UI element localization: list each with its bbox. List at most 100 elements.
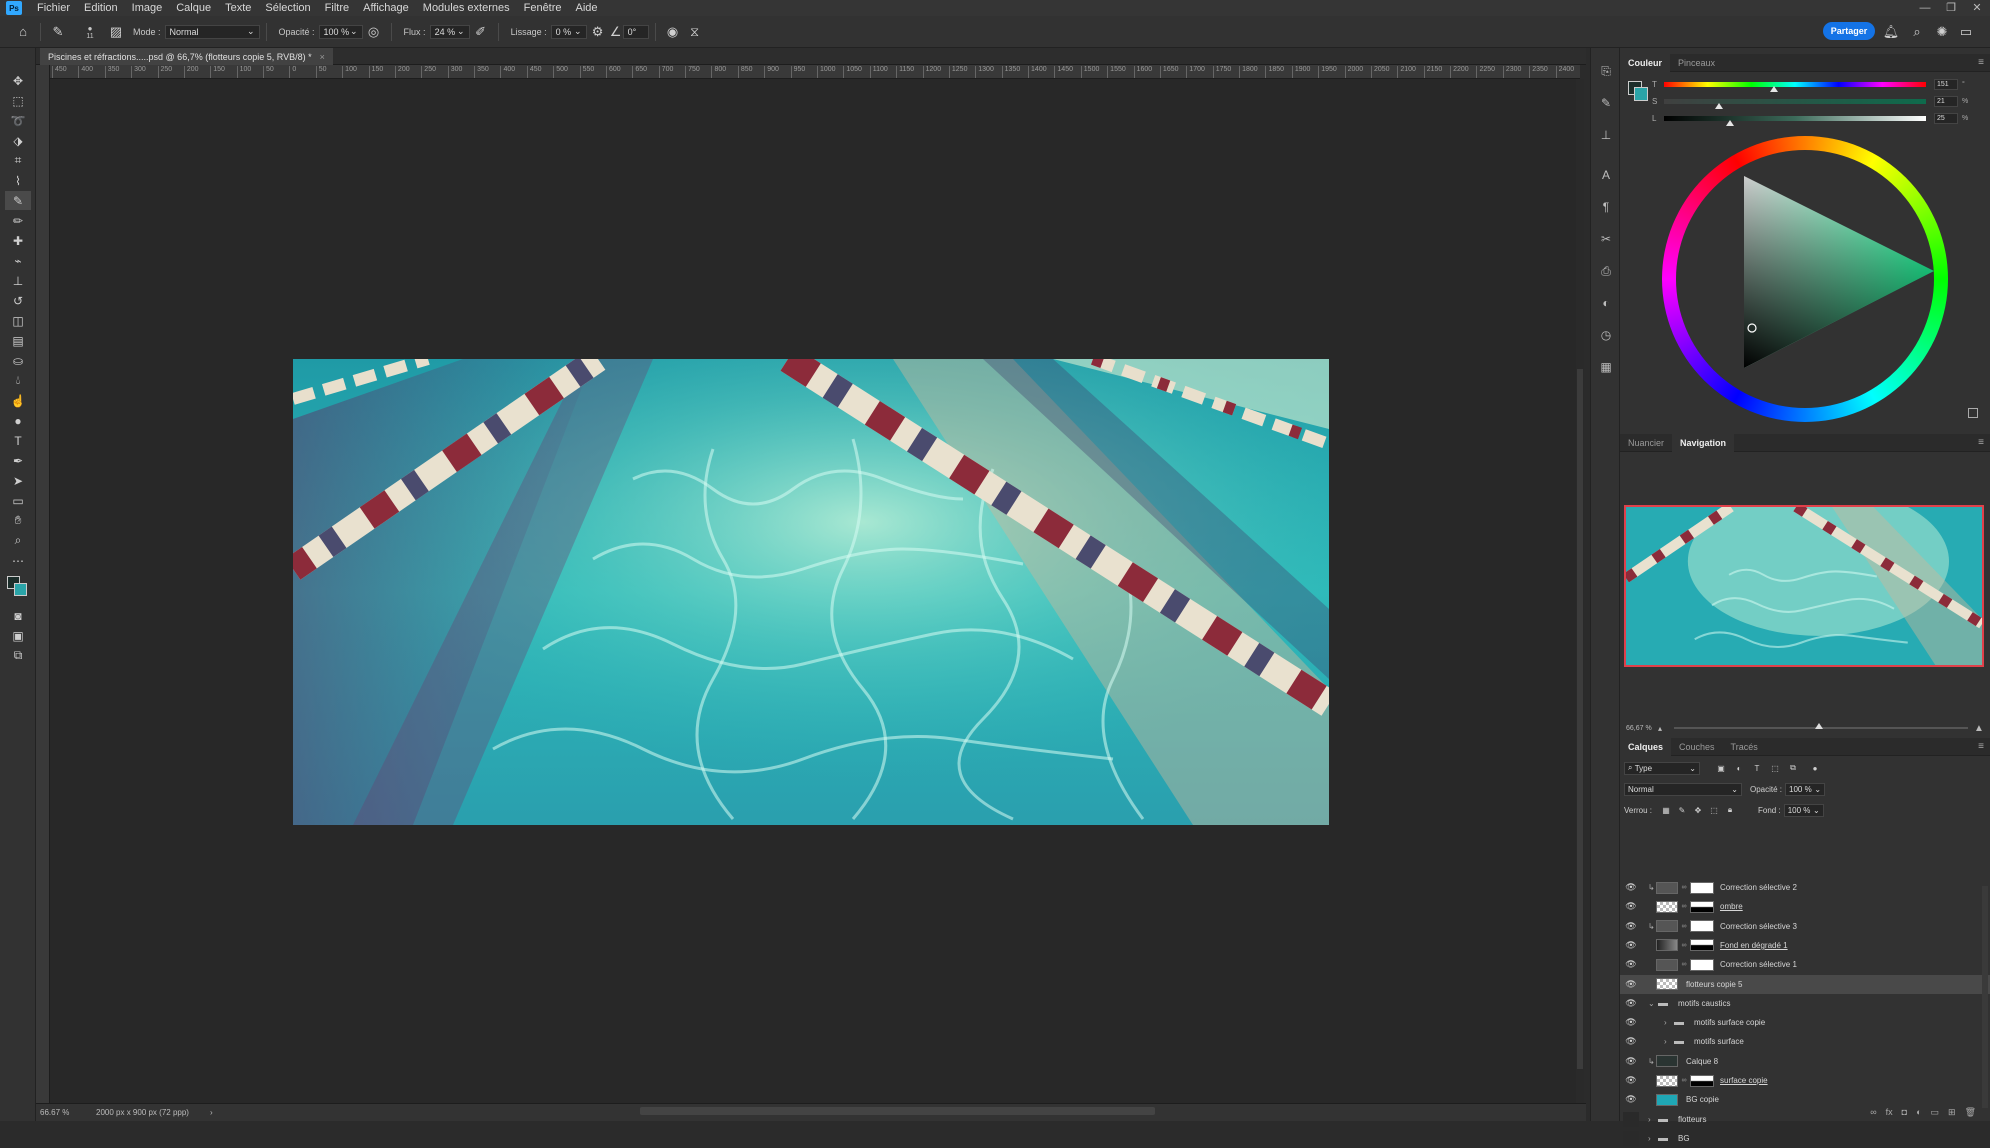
- blur-tool-icon[interactable]: 💧︎: [5, 371, 31, 390]
- new-layer-icon[interactable]: ⊞: [1948, 1107, 1956, 1118]
- tab-calques[interactable]: Calques: [1620, 737, 1672, 756]
- navigator-zoom-slider[interactable]: [1674, 723, 1968, 729]
- blend-mode-select[interactable]: Normal ⌄: [1624, 782, 1742, 796]
- layer-opacity-input[interactable]: 100 % ⌄: [1785, 782, 1826, 796]
- symmetry-icon[interactable]: ⧖: [684, 21, 706, 43]
- minimize-button[interactable]: —: [1912, 0, 1938, 16]
- slider-thumb[interactable]: [1770, 86, 1779, 92]
- adjustments-icon[interactable]: ◐: [1595, 292, 1617, 314]
- healing-brush-icon[interactable]: ✚: [5, 231, 31, 250]
- history-icon[interactable]: ◷: [1595, 324, 1617, 346]
- layer-thumbnail[interactable]: [1656, 939, 1678, 952]
- new-adjustment-icon[interactable]: ◐: [1916, 1107, 1921, 1117]
- layer-row[interactable]: 👁︎ flotteurs copie 5: [1620, 974, 1990, 994]
- history-brush-icon[interactable]: ↺: [5, 291, 31, 310]
- tab-nuancier[interactable]: Nuancier: [1620, 434, 1672, 452]
- filter-shape-icon[interactable]: ⬚: [1766, 764, 1784, 773]
- eye-icon[interactable]: 👁︎: [1620, 940, 1642, 951]
- layer-thumbnail[interactable]: [1656, 920, 1678, 933]
- layer-row[interactable]: 👁︎ ↳ Calque 8: [1620, 1052, 1990, 1071]
- delete-layer-icon[interactable]: 🗑︎: [1965, 1107, 1976, 1118]
- layer-thumbnail[interactable]: [1656, 1074, 1678, 1087]
- layer-thumbnail[interactable]: [1656, 900, 1678, 913]
- eye-icon[interactable]: [1623, 1130, 1639, 1146]
- link-icon[interactable]: ∞: [1680, 961, 1688, 968]
- horizontal-scrollbar[interactable]: [640, 1107, 1155, 1115]
- brush-tool-icon[interactable]: ✎: [5, 191, 31, 210]
- tab-traces[interactable]: Tracés: [1723, 738, 1766, 756]
- pencil-tool-icon[interactable]: ✏: [5, 211, 31, 230]
- pressure-opacity-icon[interactable]: ◎: [363, 21, 385, 43]
- smoothing-settings-icon[interactable]: ⚙: [587, 21, 609, 43]
- menu-filtre[interactable]: Filtre: [318, 2, 356, 14]
- layer-thumbnail[interactable]: [1656, 881, 1678, 894]
- airbrush-icon[interactable]: ✐: [470, 21, 492, 43]
- zoom-in-icon[interactable]: ▲: [1974, 723, 1986, 734]
- layer-row[interactable]: 👁︎ ∞ surface copie: [1620, 1071, 1990, 1090]
- pen-tool-icon[interactable]: ✒: [5, 451, 31, 470]
- panel-menu-icon[interactable]: ≡: [1978, 57, 1990, 68]
- filter-smart-object-icon[interactable]: ⧉: [1784, 763, 1802, 773]
- filter-pixel-icon[interactable]: ▣: [1712, 764, 1730, 773]
- menu-fichier[interactable]: Fichier: [30, 2, 77, 14]
- search-icon[interactable]: ⌕: [1906, 21, 1928, 43]
- tab-navigation[interactable]: Navigation: [1672, 433, 1735, 452]
- brush-size-picker[interactable]: ● 11: [83, 24, 97, 40]
- mode-select[interactable]: Normal ⌄: [164, 24, 260, 39]
- layer-mask-thumbnail[interactable]: [1690, 958, 1714, 971]
- lock-artboard-icon[interactable]: ⬚: [1706, 806, 1722, 815]
- eye-icon[interactable]: 👁︎: [1620, 921, 1642, 932]
- home-icon[interactable]: ⌂: [12, 21, 34, 43]
- eye-icon[interactable]: 👁︎: [1620, 979, 1642, 990]
- tab-pinceaux[interactable]: Pinceaux: [1670, 54, 1723, 72]
- menu-texte[interactable]: Texte: [218, 2, 258, 14]
- more-tools-icon[interactable]: ⋯: [5, 551, 31, 570]
- layer-style-icon[interactable]: fx: [1886, 1107, 1893, 1117]
- link-icon[interactable]: ∞: [1680, 884, 1688, 891]
- crop-tool-icon[interactable]: ⌗: [5, 151, 31, 170]
- rectangle-tool-icon[interactable]: ▭: [5, 491, 31, 510]
- slider-thumb[interactable]: [1725, 120, 1734, 126]
- link-icon[interactable]: ∞: [1680, 942, 1688, 949]
- hue-slider[interactable]: T 151 °: [1652, 78, 1972, 92]
- lock-pixels-icon[interactable]: ✎: [1674, 806, 1690, 815]
- angle-input[interactable]: 0°: [622, 24, 649, 39]
- pressure-size-icon[interactable]: ◉: [662, 21, 684, 43]
- document-canvas-image[interactable]: [293, 359, 1329, 825]
- eye-icon[interactable]: 👁︎: [1620, 959, 1642, 970]
- layer-thumbnail[interactable]: [1656, 958, 1678, 971]
- lock-transparent-icon[interactable]: ▦: [1658, 806, 1674, 815]
- menu-fenetre[interactable]: Fenêtre: [517, 2, 569, 14]
- smoothing-input[interactable]: 0 % ⌄: [550, 24, 587, 39]
- clone-stamp-icon[interactable]: ⊥: [5, 271, 31, 290]
- layer-mask-thumbnail[interactable]: [1690, 881, 1714, 894]
- move-tool-icon[interactable]: ✥: [5, 71, 31, 90]
- status-menu-arrow[interactable]: ›: [210, 1108, 213, 1117]
- document-tab[interactable]: Piscines et réfractions.....psd @ 66,7% …: [40, 48, 333, 65]
- link-layers-icon[interactable]: ∞: [1870, 1107, 1876, 1117]
- panel-menu-icon[interactable]: ≡: [1978, 437, 1990, 448]
- layer-row[interactable]: 👁︎ › ▬ motifs surface: [1620, 1032, 1990, 1051]
- layer-mask-thumbnail[interactable]: [1690, 920, 1714, 933]
- smudge-tool-icon[interactable]: ☝: [5, 391, 31, 410]
- history-panel-icon[interactable]: ⎘: [1595, 60, 1617, 82]
- eyedropper-tool-icon[interactable]: ⌇: [5, 171, 31, 190]
- mixer-brush-icon[interactable]: ⌁: [5, 251, 31, 270]
- menu-edition[interactable]: Edition: [77, 2, 125, 14]
- new-group-icon[interactable]: ▭: [1931, 1107, 1940, 1118]
- menu-image[interactable]: Image: [125, 2, 170, 14]
- layer-thumbnail[interactable]: [1656, 1055, 1678, 1068]
- menu-aide[interactable]: Aide: [569, 2, 605, 14]
- gradient-tool-icon[interactable]: ▤: [5, 331, 31, 350]
- eye-icon[interactable]: 👁︎: [1620, 1017, 1642, 1028]
- chevron-right-icon[interactable]: ›: [1664, 1037, 1674, 1046]
- close-window-button[interactable]: ✕: [1964, 0, 1990, 16]
- filter-toggle-icon[interactable]: ●: [1806, 764, 1824, 773]
- tool-presets-icon[interactable]: ✂: [1595, 228, 1617, 250]
- workspace-icon[interactable]: ▭: [1955, 21, 1977, 43]
- layer-row[interactable]: 👁︎ ∞ Correction sélective 1: [1620, 955, 1990, 974]
- layer-mask-thumbnail[interactable]: [1690, 900, 1714, 913]
- properties-icon[interactable]: ▦: [1595, 356, 1617, 378]
- layer-filter-select[interactable]: ⌕ Type ⌄: [1624, 761, 1700, 775]
- layer-thumbnail[interactable]: [1656, 978, 1678, 990]
